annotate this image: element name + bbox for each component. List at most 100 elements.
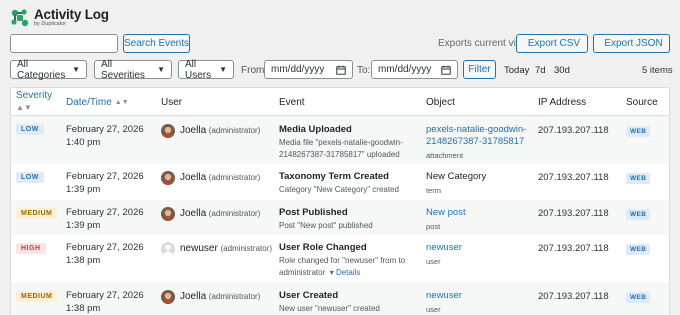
event-description: Post "New post" published	[279, 221, 373, 230]
severity-badge: LOW	[16, 124, 44, 135]
table-row[interactable]: LOW February 27, 2026 1:39 pm Joella (ad…	[11, 164, 669, 200]
row-time: 1:38 pm	[66, 255, 101, 266]
severity-badge: MEDIUM	[16, 208, 58, 219]
event-title: User Role Changed	[279, 242, 367, 253]
quick-filter-30d[interactable]: 30d	[554, 65, 570, 76]
ip-address: 207.193.207.118	[538, 125, 609, 136]
details-toggle[interactable]: ▾ Details	[327, 268, 361, 277]
to-date-input[interactable]: mm/dd/yyyy	[371, 60, 458, 79]
table-row[interactable]: LOW February 27, 2026 1:40 pm Joella (ad…	[11, 116, 669, 164]
from-date-placeholder: mm/dd/yyyy	[271, 64, 325, 75]
user-name[interactable]: newuser	[180, 243, 218, 254]
row-time: 1:39 pm	[66, 220, 101, 231]
event-description: Category "New Category" created	[279, 185, 399, 194]
details-label: Details	[335, 268, 361, 277]
chevron-down-icon: ▼	[157, 65, 165, 74]
user-name[interactable]: Joella	[180, 172, 206, 183]
severity-badge: HIGH	[16, 243, 46, 254]
column-date-time[interactable]: Date/Time ▲▼	[66, 88, 129, 116]
from-date-input[interactable]: mm/dd/yyyy	[264, 60, 353, 79]
object-link[interactable]: newuser	[426, 290, 462, 302]
avatar	[161, 171, 175, 185]
calendar-icon[interactable]	[441, 65, 451, 75]
export-json-label: Export JSON	[604, 38, 663, 49]
search-events-button[interactable]: Search Events	[123, 34, 190, 53]
users-select-value: All Users	[185, 58, 212, 81]
table-row[interactable]: MEDIUM February 27, 2026 1:38 pm Joella …	[11, 282, 669, 315]
source-badge: WEB	[626, 244, 651, 255]
row-time: 1:39 pm	[66, 184, 101, 195]
column-date-time-label: Date/Time	[66, 96, 112, 108]
object-link-cont[interactable]: 2148267387-31785817	[426, 136, 524, 148]
filter-button[interactable]: Filter	[463, 60, 496, 79]
to-label: To:	[357, 65, 371, 76]
event-description: Role changed for "newuser" from to	[279, 256, 406, 265]
export-csv-button[interactable]: Export CSV	[516, 34, 588, 53]
ip-address: 207.193.207.118	[538, 172, 609, 183]
row-date: February 27, 2026	[66, 207, 144, 218]
column-source: Source	[626, 96, 658, 108]
calendar-icon[interactable]	[336, 65, 346, 75]
object-type: term	[426, 186, 441, 195]
user-role: (administrator)	[208, 126, 261, 135]
object-link[interactable]: newuser	[426, 242, 462, 254]
column-severity[interactable]: Severity ▲▼	[16, 90, 52, 114]
user-name[interactable]: Joella	[180, 125, 206, 136]
table-header: Severity ▲▼ Date/Time ▲▼ User Event Obje…	[11, 88, 669, 116]
sort-icon: ▲▼	[114, 98, 129, 106]
table-row[interactable]: HIGH February 27, 2026 1:38 pm newuser (…	[11, 235, 669, 282]
category-select[interactable]: All Categories ▼	[10, 58, 87, 81]
source-badge: WEB	[626, 126, 651, 137]
object-type: user	[426, 257, 441, 266]
user-role: (administrator)	[220, 244, 273, 253]
item-count: 5 items	[642, 65, 673, 76]
chevron-down-icon: ▼	[72, 65, 80, 74]
table-row[interactable]: MEDIUM February 27, 2026 1:39 pm Joella …	[11, 200, 669, 235]
row-date: February 27, 2026	[66, 171, 144, 182]
row-date: February 27, 2026	[66, 242, 144, 253]
chevron-down-icon: ▼	[219, 65, 227, 74]
ip-address: 207.193.207.118	[538, 243, 609, 254]
event-description-cont: 2148267387-31785817" uploaded	[279, 150, 400, 159]
event-description: Media file "pexels-natalie-goodwin-	[279, 138, 403, 147]
row-time: 1:38 pm	[66, 303, 101, 314]
event-title: User Created	[279, 290, 339, 301]
app-logo: Activity Log by Duplicator	[10, 5, 109, 30]
object-name: New Category	[426, 171, 487, 182]
user-name[interactable]: Joella	[180, 208, 206, 219]
user-role: (administrator)	[208, 292, 261, 301]
object-type: attachment	[426, 151, 464, 160]
row-time: 1:40 pm	[66, 137, 101, 148]
to-date-placeholder: mm/dd/yyyy	[378, 64, 432, 75]
source-badge: WEB	[626, 292, 651, 303]
row-date: February 27, 2026	[66, 124, 144, 135]
source-badge: WEB	[626, 173, 651, 184]
category-select-value: All Categories	[17, 58, 66, 81]
severity-select[interactable]: All Severities ▼	[94, 59, 172, 81]
row-date: February 27, 2026	[66, 290, 144, 301]
user-name[interactable]: Joella	[180, 291, 206, 302]
column-user: User	[161, 96, 183, 108]
user-role: (administrator)	[208, 209, 261, 218]
users-select[interactable]: All Users ▼	[178, 58, 234, 81]
event-title: Taxonomy Term Created	[279, 171, 389, 182]
search-input[interactable]	[10, 34, 118, 53]
quick-filter-today[interactable]: Today	[504, 65, 529, 76]
app-subtitle: by Duplicator	[34, 21, 67, 27]
event-title: Media Uploaded	[279, 124, 352, 135]
export-csv-label: Export CSV	[527, 38, 581, 49]
object-link[interactable]: pexels-natalie-goodwin-	[426, 124, 526, 136]
object-link[interactable]: New post	[426, 207, 466, 219]
column-event: Event	[279, 96, 305, 108]
export-json-button[interactable]: Export JSON	[593, 34, 670, 53]
avatar	[161, 242, 175, 256]
avatar	[161, 207, 175, 221]
user-role: (administrator)	[208, 173, 261, 182]
avatar	[161, 124, 175, 138]
column-severity-label: Severity	[16, 90, 53, 101]
quick-filter-7d[interactable]: 7d	[535, 65, 546, 76]
severity-badge: LOW	[16, 172, 44, 183]
ip-address: 207.193.207.118	[538, 291, 609, 302]
exports-note: Exports current view	[438, 38, 529, 49]
ip-address: 207.193.207.118	[538, 208, 609, 219]
